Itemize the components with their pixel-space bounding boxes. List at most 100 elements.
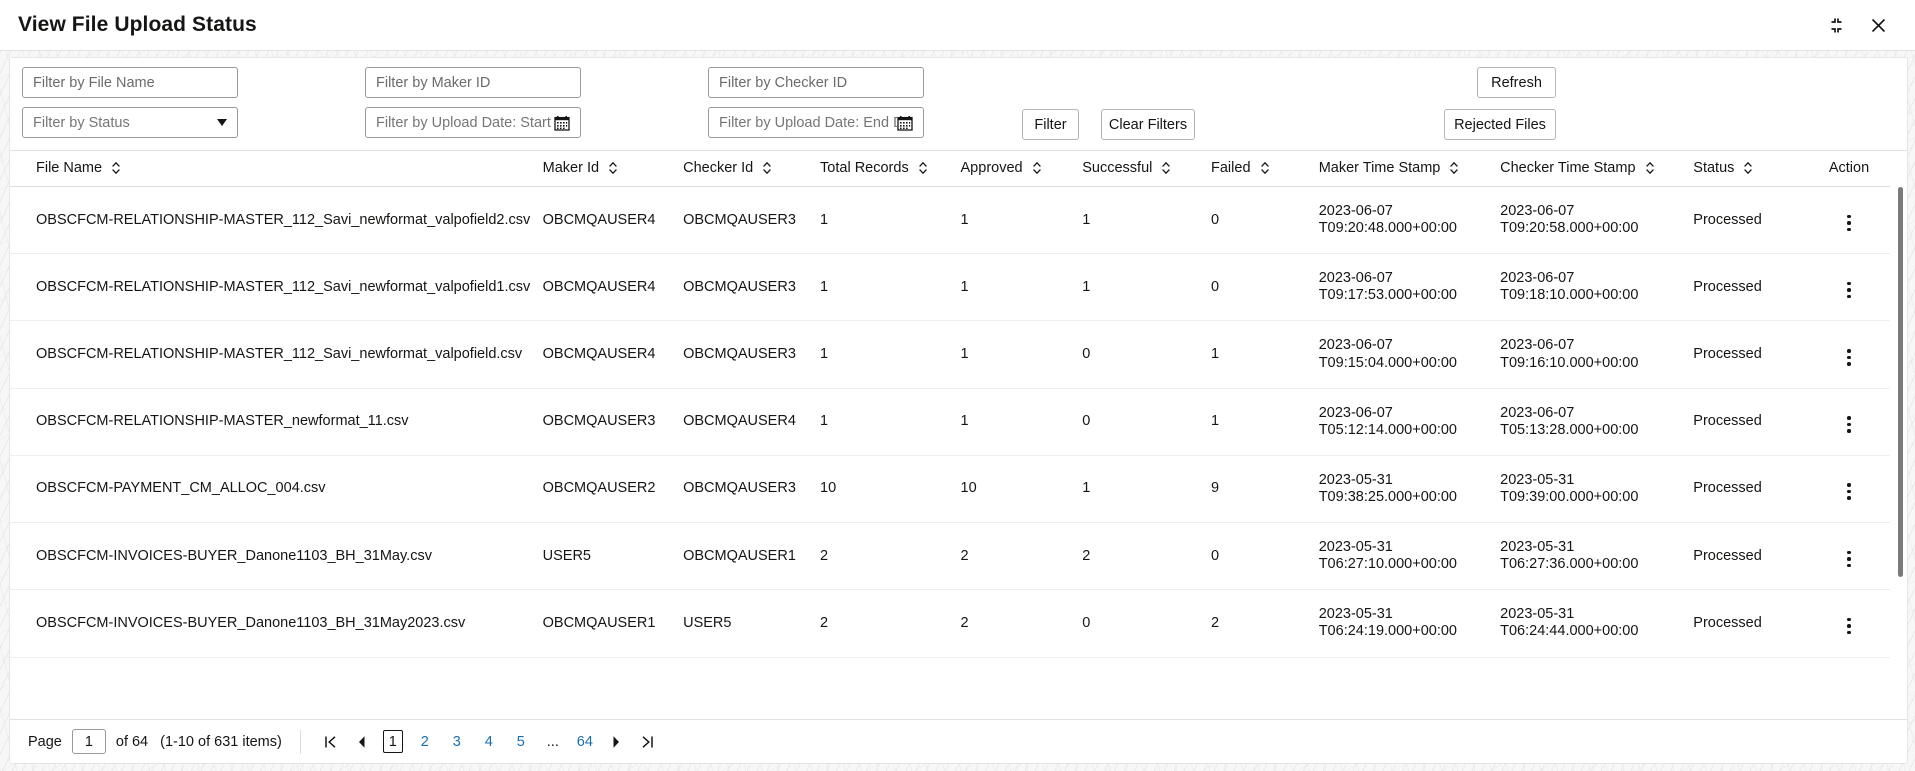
cell-status: Processed xyxy=(1693,186,1808,255)
column-header-checker-id[interactable]: Checker Id xyxy=(683,151,821,187)
refresh-button[interactable]: Refresh xyxy=(1477,67,1556,98)
cell-action xyxy=(1808,455,1890,524)
first-page-icon[interactable] xyxy=(320,730,341,753)
column-header-checker-time-stamp[interactable]: Checker Time Stamp xyxy=(1500,151,1694,187)
item-range-label: (1-10 of 631 items) xyxy=(160,733,282,750)
sort-icon[interactable] xyxy=(1449,161,1459,175)
table-row[interactable]: OBSCFCM-INVOICES-BUYER_Danone1103_BH_31M… xyxy=(10,522,1890,591)
filter-end-date-input[interactable]: Filter by Upload Date: End Date xyxy=(708,107,924,138)
calendar-icon[interactable] xyxy=(554,115,570,131)
rejected-files-button[interactable]: Rejected Files xyxy=(1444,109,1556,140)
cell-successful: 1 xyxy=(1082,455,1212,524)
filter-maker-id-input[interactable]: Filter by Maker ID xyxy=(365,67,581,98)
cell-file-name: OBSCFCM-RELATIONSHIP-MASTER_112_Savi_new… xyxy=(10,320,543,389)
filter-file-name-input[interactable]: Filter by File Name xyxy=(22,67,238,98)
previous-page-icon[interactable] xyxy=(351,730,372,753)
page-title: View File Upload Status xyxy=(18,13,257,36)
page-number-4[interactable]: 4 xyxy=(479,730,499,753)
column-header-maker-id[interactable]: Maker Id xyxy=(542,151,684,187)
sort-icon[interactable] xyxy=(1743,161,1753,175)
filter-file-name-placeholder: Filter by File Name xyxy=(33,74,155,91)
cell-file-name: OBSCFCM-RELATIONSHIP-MASTER_112_Savi_new… xyxy=(10,253,543,322)
cell-maker-id: OBCMQAUSER2 xyxy=(542,455,684,524)
cell-maker-time-stamp: 2023-05-31 T06:24:19.000+00:00 xyxy=(1318,589,1501,658)
sort-icon[interactable] xyxy=(918,161,928,175)
cell-status: Processed xyxy=(1693,455,1808,524)
sort-icon[interactable] xyxy=(608,161,618,175)
cell-maker-id: OBCMQAUSER4 xyxy=(542,186,684,255)
cell-action xyxy=(1808,253,1890,322)
column-header-file-name[interactable]: File Name xyxy=(10,151,543,187)
file-upload-table: File Name Maker Id Checker Id Total Reco… xyxy=(10,151,1890,658)
last-page-icon[interactable] xyxy=(637,730,658,753)
page-number-64[interactable]: 64 xyxy=(575,730,595,753)
kebab-menu-icon[interactable] xyxy=(1839,413,1859,436)
cell-total-records: 2 xyxy=(820,589,961,658)
column-label: Checker Time Stamp xyxy=(1500,160,1636,176)
column-label: Maker Id xyxy=(542,160,600,176)
filter-toolbar: Filter by File Name Filter by Status Fil… xyxy=(10,58,1907,150)
kebab-menu-icon[interactable] xyxy=(1839,212,1859,235)
collapse-icon[interactable] xyxy=(1823,12,1849,38)
cell-total-records: 10 xyxy=(820,455,961,524)
kebab-menu-icon[interactable] xyxy=(1839,480,1859,503)
cell-failed: 1 xyxy=(1211,388,1319,456)
total-pages-label: of 64 xyxy=(115,733,149,750)
cell-status: Processed xyxy=(1693,388,1808,456)
column-header-total-records[interactable]: Total Records xyxy=(820,151,961,187)
filter-status-select[interactable]: Filter by Status xyxy=(22,107,238,138)
column-label: Maker Time Stamp xyxy=(1318,160,1441,176)
page-number-list: 1 2 3 4 5... 64 xyxy=(377,730,601,753)
kebab-menu-icon[interactable] xyxy=(1839,279,1859,302)
cell-successful: 2 xyxy=(1082,522,1212,591)
sort-icon[interactable] xyxy=(1645,161,1655,175)
page-number-3[interactable]: 3 xyxy=(447,730,467,753)
cell-approved: 2 xyxy=(960,522,1083,591)
sort-icon[interactable] xyxy=(1032,161,1042,175)
kebab-menu-icon[interactable] xyxy=(1839,346,1859,369)
filter-end-date-placeholder: Filter by Upload Date: End Date xyxy=(719,114,897,131)
cell-action xyxy=(1808,186,1890,255)
column-header-maker-time-stamp[interactable]: Maker Time Stamp xyxy=(1318,151,1501,187)
table-row[interactable]: OBSCFCM-RELATIONSHIP-MASTER_112_Savi_new… xyxy=(10,186,1890,255)
page-number-5[interactable]: 5 xyxy=(511,730,531,753)
column-header-approved[interactable]: Approved xyxy=(960,151,1083,187)
filter-start-date-input[interactable]: Filter by Upload Date: Start Date xyxy=(365,107,581,138)
column-header-successful[interactable]: Successful xyxy=(1082,151,1212,187)
cell-failed: 1 xyxy=(1211,320,1319,389)
table-body: OBSCFCM-RELATIONSHIP-MASTER_112_Savi_new… xyxy=(10,186,1890,658)
cell-approved: 2 xyxy=(960,589,1083,658)
cell-maker-time-stamp: 2023-05-31 T09:38:25.000+00:00 xyxy=(1318,455,1501,524)
cell-total-records: 1 xyxy=(820,388,961,456)
table-row[interactable]: OBSCFCM-RELATIONSHIP-MASTER_112_Savi_new… xyxy=(10,253,1890,322)
column-label: File Name xyxy=(36,160,103,176)
filter-button[interactable]: Filter xyxy=(1022,109,1079,140)
cell-maker-time-stamp: 2023-06-07 T05:12:14.000+00:00 xyxy=(1318,388,1501,456)
column-header-failed[interactable]: Failed xyxy=(1211,151,1319,187)
calendar-icon[interactable] xyxy=(897,115,913,131)
cell-maker-id: OBCMQAUSER4 xyxy=(542,253,684,322)
page-number-2[interactable]: 2 xyxy=(415,730,435,753)
cell-failed: 9 xyxy=(1211,455,1319,524)
column-label: Checker Id xyxy=(683,160,754,176)
column-header-action: Action xyxy=(1808,151,1890,187)
scrollbar-thumb[interactable] xyxy=(1898,187,1903,577)
sort-icon[interactable] xyxy=(111,161,121,175)
table-row[interactable]: OBSCFCM-RELATIONSHIP-MASTER_112_Savi_new… xyxy=(10,320,1890,389)
table-row[interactable]: OBSCFCM-RELATIONSHIP-MASTER_newformat_11… xyxy=(10,388,1890,456)
kebab-menu-icon[interactable] xyxy=(1839,615,1859,638)
filter-checker-id-input[interactable]: Filter by Checker ID xyxy=(708,67,924,98)
close-icon[interactable] xyxy=(1865,12,1891,38)
clear-filters-button[interactable]: Clear Filters xyxy=(1101,109,1195,140)
sort-icon[interactable] xyxy=(1161,161,1171,175)
column-header-status[interactable]: Status xyxy=(1693,151,1808,187)
sort-icon[interactable] xyxy=(1260,161,1270,175)
next-page-icon[interactable] xyxy=(606,730,627,753)
sort-icon[interactable] xyxy=(762,161,772,175)
table-row[interactable]: OBSCFCM-INVOICES-BUYER_Danone1103_BH_31M… xyxy=(10,589,1890,658)
page-number-input[interactable] xyxy=(71,729,106,754)
kebab-menu-icon[interactable] xyxy=(1839,548,1859,571)
table-row[interactable]: OBSCFCM-PAYMENT_CM_ALLOC_004.csv OBCMQAUS… xyxy=(10,455,1890,524)
page-number-1[interactable]: 1 xyxy=(382,730,403,753)
table-vertical-scrollbar[interactable] xyxy=(1896,151,1905,719)
